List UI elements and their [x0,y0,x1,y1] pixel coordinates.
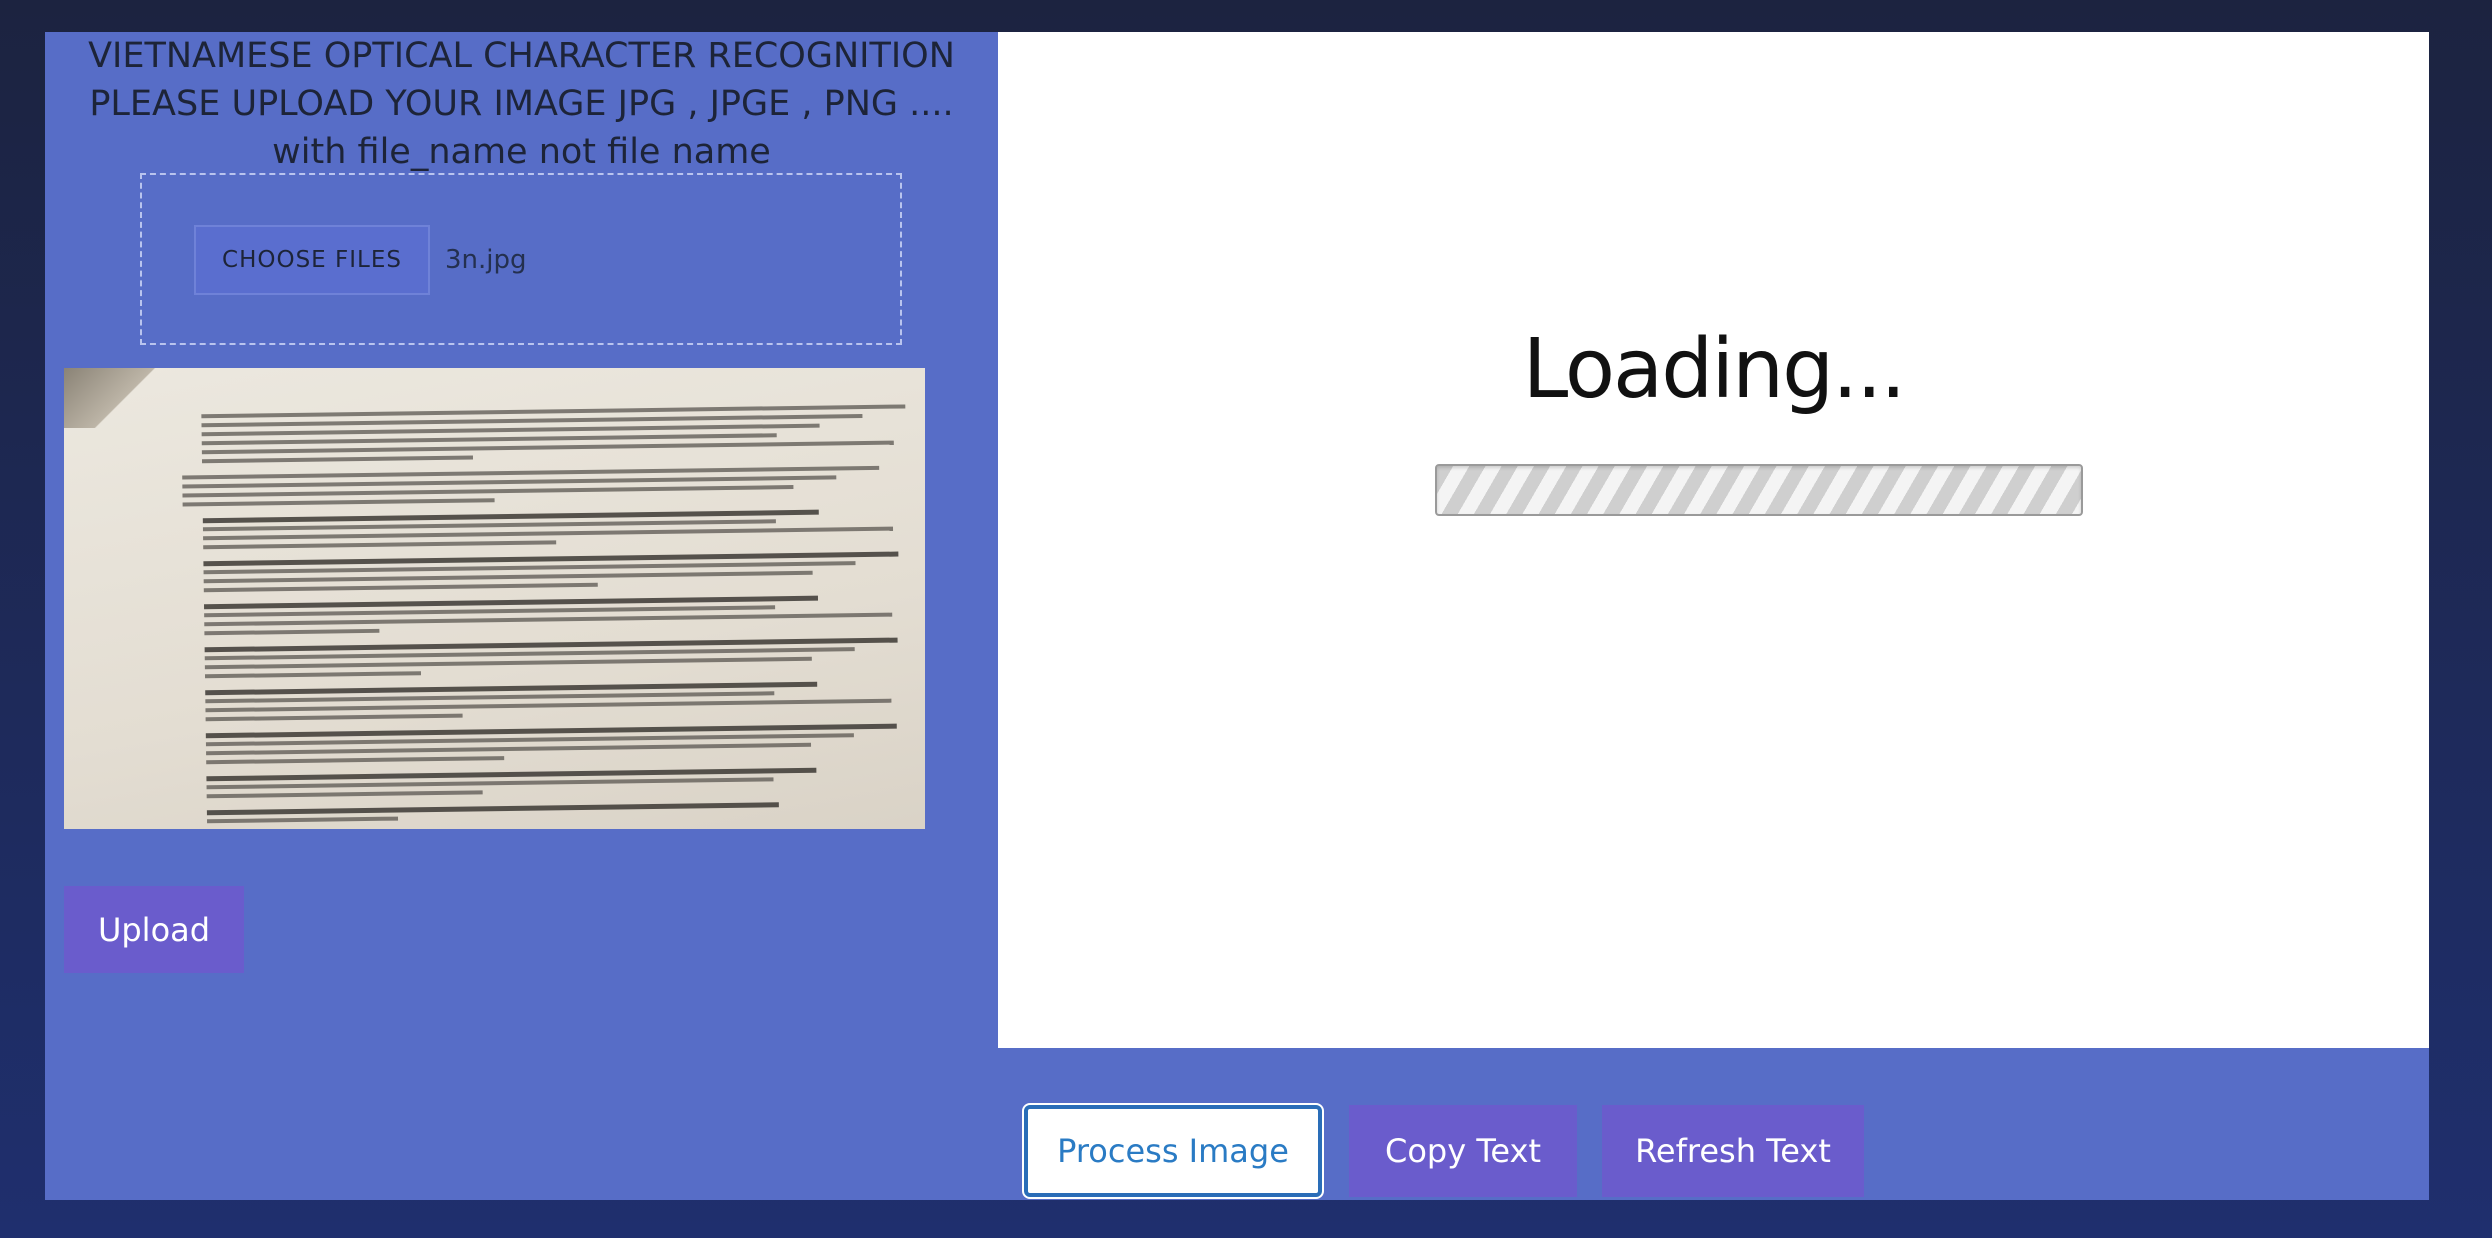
process-image-button[interactable]: Process Image [1024,1105,1322,1197]
document-text-line [206,756,505,765]
document-text-line [203,540,557,550]
image-preview [64,368,925,829]
document-page [64,368,925,829]
choose-files-button[interactable]: CHOOSE FILES [194,225,430,295]
document-text-line [204,628,380,636]
document-text-line [207,816,399,824]
copy-text-button[interactable]: Copy Text [1349,1105,1577,1197]
document-text-line [205,713,463,722]
document-text-line [203,582,598,593]
document-text-line [182,498,495,507]
title-line-2: PLEASE UPLOAD YOUR IMAGE JPG , JPGE , PN… [89,84,954,124]
loading-progress-bar [1435,464,2083,516]
document-text-line [206,802,779,816]
result-panel: Loading... [998,32,2429,1048]
app-container: VIETNAMESE OPTICAL CHARACTER RECOGNITION… [45,32,2429,1200]
title-line-3: with file_name not file name [272,132,771,172]
page-title: VIETNAMESE OPTICAL CHARACTER RECOGNITION… [45,32,998,176]
upload-button[interactable]: Upload [64,886,244,973]
refresh-text-button[interactable]: Refresh Text [1602,1105,1864,1197]
loading-text: Loading... [1522,322,1907,417]
document-text-line [204,671,422,679]
document-text-line [206,790,483,799]
action-bar: Process Image Copy Text Refresh Text [45,1105,2429,1197]
page-fold-corner [64,368,184,428]
selected-file-name: 3n.jpg [445,245,527,275]
title-line-1: VIETNAMESE OPTICAL CHARACTER RECOGNITION [88,36,955,76]
file-dropzone[interactable]: CHOOSE FILES 3n.jpg [140,173,902,345]
upload-panel: VIETNAMESE OPTICAL CHARACTER RECOGNITION… [45,32,998,1200]
document-text-line [201,455,474,464]
